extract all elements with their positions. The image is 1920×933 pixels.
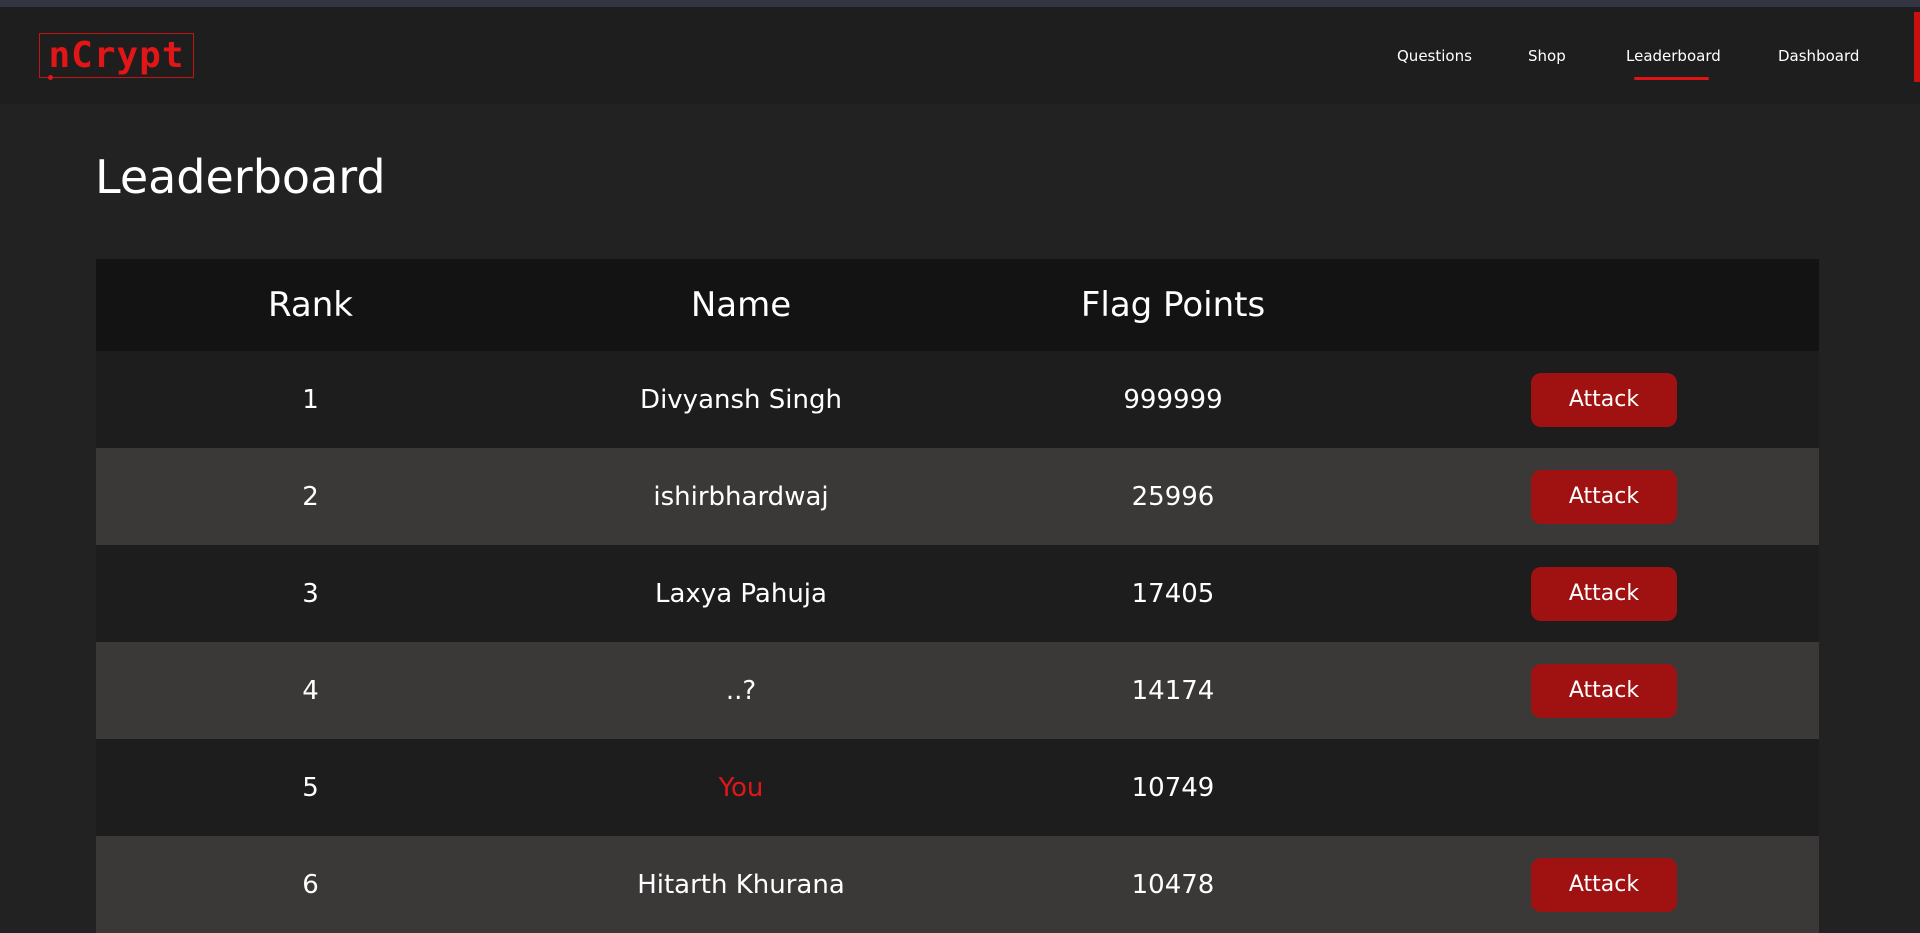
name-cell: Hitarth Khurana: [637, 869, 845, 900]
ncrypt-logo[interactable]: nCrypt: [39, 33, 194, 80]
header-rank: Rank: [268, 285, 353, 325]
header-flag-points: Flag Points: [1080, 285, 1266, 325]
rank-cell: 3: [302, 578, 319, 609]
points-cell: 14174: [1131, 675, 1215, 706]
name-cell: Laxya Pahuja: [655, 578, 827, 609]
table-row: 1 Divyansh Singh 999999 Attack: [96, 351, 1819, 448]
page-title: Leaderboard: [95, 150, 386, 204]
nav-link-shop[interactable]: Shop: [1528, 47, 1566, 65]
navbar: nCrypt Questions Shop Leaderboard Dashbo…: [0, 7, 1920, 104]
leaderboard-table: Rank Name Flag Points 1 Divyansh Singh 9…: [96, 259, 1819, 933]
header-name-cell: Name: [525, 259, 957, 351]
attack-button[interactable]: Attack: [1531, 372, 1677, 427]
rank-cell: 5: [302, 772, 319, 803]
nav-link-questions[interactable]: Questions: [1397, 47, 1472, 65]
header-name: Name: [690, 285, 792, 325]
name-cell: ishirbhardwaj: [653, 481, 829, 512]
header-points-cell: Flag Points: [957, 259, 1389, 351]
rank-cell: 2: [302, 481, 319, 512]
table-header: Rank Name Flag Points: [96, 259, 1819, 351]
rank-cell: 6: [302, 869, 319, 900]
name-cell: ..?: [725, 675, 757, 706]
attack-button[interactable]: Attack: [1531, 857, 1677, 912]
points-cell: 10478: [1131, 869, 1215, 900]
table-row: 3 Laxya Pahuja 17405 Attack: [96, 545, 1819, 642]
points-cell: 999999: [1123, 384, 1223, 415]
header-action-cell: [1389, 259, 1819, 351]
attack-button[interactable]: Attack: [1531, 469, 1677, 524]
name-cell: Divyansh Singh: [640, 384, 842, 415]
nav-link-leaderboard[interactable]: Leaderboard: [1626, 47, 1721, 65]
header-rank-cell: Rank: [96, 259, 525, 351]
points-cell: 10749: [1131, 772, 1215, 803]
table-row: 4 ..? 14174 Attack: [96, 642, 1819, 739]
attack-button[interactable]: Attack: [1531, 663, 1677, 718]
name-cell-you: You: [718, 772, 764, 803]
rank-cell: 1: [302, 384, 319, 415]
table-row: 2 ishirbhardwaj 25996 Attack: [96, 448, 1819, 545]
points-cell: 25996: [1131, 481, 1215, 512]
rank-cell: 4: [302, 675, 319, 706]
attack-button[interactable]: Attack: [1531, 566, 1677, 621]
logo-dot: [48, 75, 53, 80]
window-top-strip: [0, 0, 1920, 7]
nav-link-dashboard[interactable]: Dashboard: [1778, 47, 1859, 65]
table-row-current-user: 5 You 10749: [96, 739, 1819, 836]
active-nav-underline: [1634, 77, 1709, 80]
points-cell: 17405: [1131, 578, 1215, 609]
scrollbar-accent[interactable]: [1914, 12, 1920, 82]
table-row: 6 Hitarth Khurana 10478 Attack: [96, 836, 1819, 933]
empty-action-cell: [1389, 739, 1819, 836]
logo-text: nCrypt: [48, 34, 185, 76]
